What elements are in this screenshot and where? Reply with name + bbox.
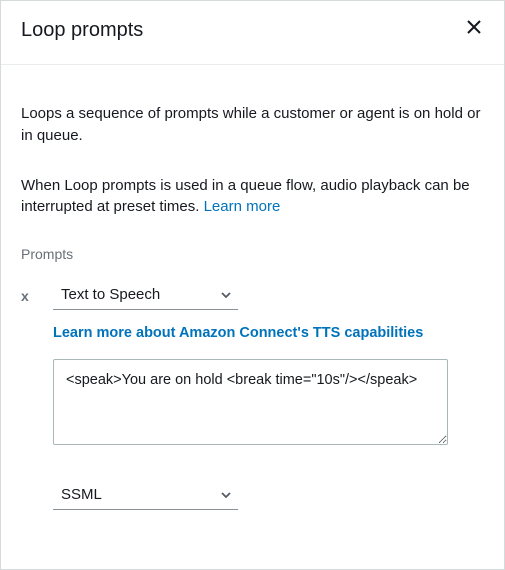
- description-para-1: Loops a sequence of prompts while a cust…: [21, 103, 484, 147]
- chevron-down-icon: [220, 289, 232, 301]
- interpret-as-row: SSML: [21, 482, 484, 510]
- close-button[interactable]: [462, 15, 486, 39]
- loop-prompts-panel: Loop prompts Loops a sequence of prompts…: [0, 0, 505, 570]
- tts-link-row: Learn more about Amazon Connect's TTS ca…: [21, 324, 484, 341]
- panel-body: Loops a sequence of prompts while a cust…: [1, 65, 504, 530]
- remove-prompt-button[interactable]: x: [21, 288, 39, 304]
- close-icon: [466, 19, 482, 35]
- interpret-as-value: SSML: [61, 486, 102, 503]
- prompt-type-select[interactable]: Text to Speech: [53, 282, 238, 310]
- prompt-text-input[interactable]: <speak>You are on hold <break time="10s"…: [53, 359, 448, 445]
- panel-header: Loop prompts: [1, 1, 504, 65]
- panel-title: Loop prompts: [21, 19, 484, 42]
- chevron-down-icon: [220, 489, 232, 501]
- prompt-text-wrap: <speak>You are on hold <break time="10s"…: [21, 359, 484, 448]
- prompt-type-row: x Text to Speech: [21, 282, 484, 310]
- learn-more-link[interactable]: Learn more: [204, 198, 281, 215]
- interpret-as-select[interactable]: SSML: [53, 482, 238, 510]
- prompts-section-label: Prompts: [21, 246, 484, 262]
- description-para-2: When Loop prompts is used in a queue flo…: [21, 175, 484, 219]
- prompt-type-value: Text to Speech: [61, 286, 160, 303]
- tts-capabilities-link[interactable]: Learn more about Amazon Connect's TTS ca…: [53, 325, 423, 341]
